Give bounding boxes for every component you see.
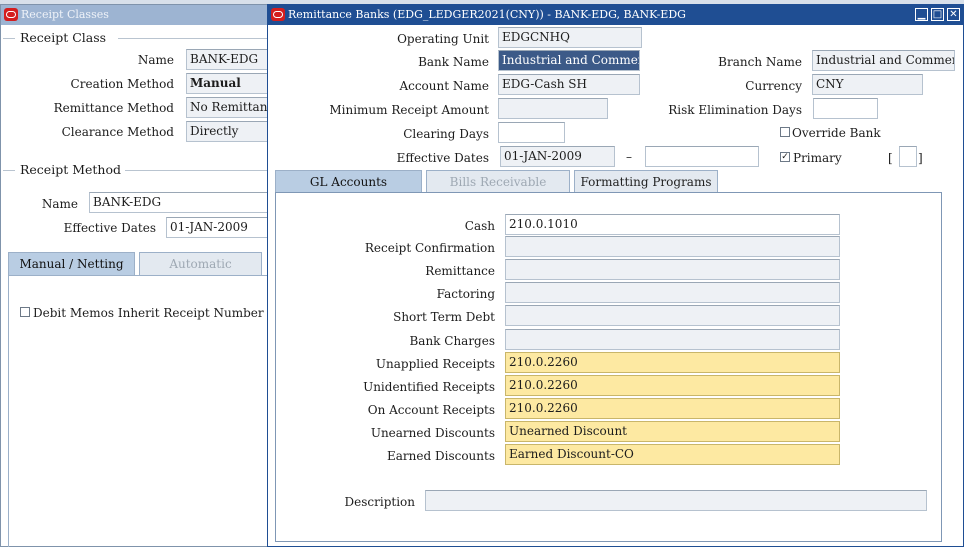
bank-name-label: Bank Name: [418, 55, 489, 69]
effective-to-field[interactable]: [645, 146, 759, 167]
method-effective-dates-field[interactable]: 01-JAN-2009: [166, 217, 274, 238]
short-term-debt-field[interactable]: [505, 305, 840, 326]
group-divider: [3, 170, 15, 171]
cash-label: Cash: [464, 219, 495, 233]
clearance-method-label: Clearance Method: [61, 125, 174, 139]
earned-discounts-field[interactable]: Earned Discount-CO: [505, 444, 840, 465]
unearned-discounts-label: Unearned Discounts: [370, 426, 495, 440]
method-name-field[interactable]: BANK-EDG: [89, 192, 274, 213]
effective-dates-label: Effective Dates: [396, 151, 489, 165]
currency-field[interactable]: CNY: [812, 74, 923, 95]
primary-label: Primary: [793, 151, 842, 165]
flexfield-field[interactable]: [899, 146, 917, 167]
description-label: Description: [344, 495, 415, 509]
branch-name-label: Branch Name: [718, 55, 802, 69]
bank-charges-field[interactable]: [505, 329, 840, 350]
effective-from-field[interactable]: 01-JAN-2009: [500, 146, 615, 167]
operating-unit-label: Operating Unit: [397, 32, 489, 46]
debit-memos-checkbox[interactable]: [20, 307, 30, 317]
min-receipt-field[interactable]: [498, 98, 608, 119]
remittance-account-field[interactable]: [505, 259, 840, 280]
clearing-days-field[interactable]: [498, 122, 565, 143]
remittance-method-field[interactable]: No Remittance: [186, 97, 276, 118]
risk-days-label: Risk Elimination Days: [668, 103, 802, 117]
tab-formatting-programs[interactable]: Formatting Programs: [574, 170, 718, 193]
primary-checkbox[interactable]: ✓: [780, 152, 790, 162]
tab-bills-receivable[interactable]: Bills Receivable: [426, 170, 570, 193]
unidentified-receipts-field[interactable]: 210.0.2260: [505, 375, 840, 396]
cash-account-field[interactable]: 210.0.1010: [505, 214, 840, 235]
tab-gl-accounts[interactable]: GL Accounts: [275, 170, 422, 193]
name-field[interactable]: BANK-EDG: [186, 49, 276, 70]
description-field[interactable]: [425, 490, 927, 511]
tab-automatic[interactable]: Automatic: [139, 252, 262, 275]
clearing-days-label: Clearing Days: [403, 127, 489, 141]
clearance-method-field[interactable]: Directly: [186, 121, 276, 142]
group-divider: [118, 38, 268, 39]
creation-method-field[interactable]: Manual: [186, 73, 276, 94]
on-account-receipts-label: On Account Receipts: [367, 403, 495, 417]
minimize-icon[interactable]: ▁: [915, 8, 928, 21]
factoring-account-field[interactable]: [505, 282, 840, 303]
bank-name-field[interactable]: Industrial and Commercial Bank: [498, 50, 640, 71]
unearned-discounts-field[interactable]: Unearned Discount: [505, 421, 840, 442]
risk-days-field[interactable]: [813, 98, 878, 119]
on-account-receipts-field[interactable]: 210.0.2260: [505, 398, 840, 419]
account-name-label: Account Name: [399, 79, 489, 93]
flexfield-open-bracket: [: [888, 151, 893, 165]
close-icon[interactable]: ✕: [947, 8, 960, 21]
window-title: Remittance Banks (EDG_LEDGER2021(CNY)) -…: [288, 8, 686, 21]
unapplied-receipts-label: Unapplied Receipts: [375, 357, 495, 371]
receipt-class-group-label: Receipt Class: [20, 30, 107, 45]
receipt-method-group-label: Receipt Method: [20, 162, 122, 177]
oracle-logo-icon: [271, 8, 285, 21]
method-name-label: Name: [41, 197, 78, 211]
account-name-field[interactable]: EDG-Cash SH: [498, 74, 640, 95]
unidentified-receipts-label: Unidentified Receipts: [363, 380, 495, 394]
oracle-logo-icon: [4, 8, 18, 21]
debit-memos-label: Debit Memos Inherit Receipt Number: [33, 306, 264, 320]
receipt-confirmation-label: Receipt Confirmation: [364, 241, 495, 255]
branch-name-field[interactable]: Industrial and Commercial Bank: [812, 50, 955, 71]
group-divider: [125, 170, 268, 171]
operating-unit-field[interactable]: EDGCNHQ: [498, 27, 642, 48]
earned-discounts-label: Earned Discounts: [387, 449, 495, 463]
group-divider: [3, 38, 15, 39]
maximize-icon[interactable]: □: [931, 8, 944, 21]
min-receipt-label: Minimum Receipt Amount: [329, 103, 489, 117]
remittance-banks-titlebar[interactable]: Remittance Banks (EDG_LEDGER2021(CNY)) -…: [268, 5, 963, 25]
creation-method-label: Creation Method: [70, 77, 174, 91]
receipt-classes-titlebar[interactable]: Receipt Classes: [1, 5, 295, 25]
method-effective-dates-label: Effective Dates: [63, 221, 156, 235]
remittance-label: Remittance: [425, 264, 495, 278]
currency-label: Currency: [745, 79, 802, 93]
remittance-method-label: Remittance Method: [53, 101, 174, 115]
override-bank-label: Override Bank: [792, 126, 881, 140]
receipt-confirmation-field[interactable]: [505, 236, 840, 257]
name-label: Name: [137, 53, 174, 67]
flexfield-close-bracket: ]: [918, 151, 923, 165]
date-separator: –: [626, 150, 632, 164]
window-title: Receipt Classes: [21, 8, 109, 21]
factoring-label: Factoring: [436, 287, 495, 301]
override-bank-checkbox[interactable]: [780, 127, 790, 137]
short-term-debt-label: Short Term Debt: [393, 310, 495, 324]
tab-manual-netting[interactable]: Manual / Netting: [8, 252, 135, 275]
unapplied-receipts-field[interactable]: 210.0.2260: [505, 352, 840, 373]
bank-charges-label: Bank Charges: [409, 334, 495, 348]
